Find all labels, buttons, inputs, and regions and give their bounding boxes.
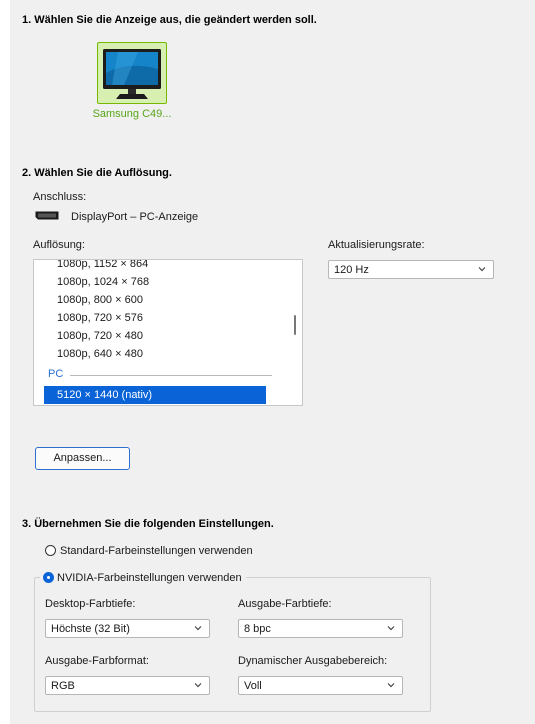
resolution-item[interactable]: 1080p, 1152 × 864 [57, 260, 148, 270]
section2-heading: 2. Wählen Sie die Auflösung. [22, 167, 172, 179]
section3-heading: 3. Übernehmen Sie die folgenden Einstell… [22, 518, 274, 530]
resolution-item[interactable]: 1080p, 800 × 600 [57, 294, 143, 306]
radio-nvidia-colors[interactable] [43, 572, 54, 583]
scrollbar-thumb[interactable] [294, 315, 296, 335]
dynamic-range-label: Dynamischer Ausgabebereich: [238, 655, 388, 667]
output-depth-value: 8 bpc [244, 623, 271, 635]
customize-button[interactable]: Anpassen... [35, 447, 130, 470]
section1-heading: 1. Wählen Sie die Anzeige aus, die geänd… [22, 14, 317, 26]
selected-resolution-label: 5120 × 1440 (nativ) [57, 389, 153, 401]
radio-default-label: Standard-Farbeinstellungen verwenden [60, 545, 253, 557]
output-format-select[interactable]: RGB [45, 676, 210, 695]
displayport-icon [35, 211, 59, 220]
radio-nvidia-label: NVIDIA-Farbeinstellungen verwenden [57, 572, 242, 584]
resolution-item[interactable]: 1080p, 1024 × 768 [57, 276, 149, 288]
display-tile[interactable] [97, 42, 167, 104]
desktop-depth-select[interactable]: Höchste (32 Bit) [45, 619, 210, 638]
radio-default-colors[interactable] [45, 545, 56, 556]
output-format-label: Ausgabe-Farbformat: [45, 655, 149, 667]
monitor-icon [103, 49, 161, 99]
desktop-depth-value: Höchste (32 Bit) [51, 623, 130, 635]
resolution-item-selected[interactable]: 5120 × 1440 (nativ) [44, 386, 266, 404]
output-format-value: RGB [51, 680, 75, 692]
refresh-rate-select[interactable]: 120 Hz [328, 260, 494, 279]
dynamic-range-value: Voll [244, 680, 262, 692]
resolution-item[interactable]: 1080p, 720 × 576 [57, 312, 143, 324]
display-name: Samsung C49... [92, 108, 172, 120]
refresh-rate-value: 120 Hz [334, 264, 369, 276]
resolution-group-pc: PC [48, 368, 64, 380]
resolution-scrollbar[interactable] [288, 260, 302, 405]
desktop-depth-label: Desktop-Farbtiefe: [45, 598, 136, 610]
output-depth-select[interactable]: 8 bpc [238, 619, 403, 638]
nvidia-group-title: NVIDIA-Farbeinstellungen verwenden [40, 572, 246, 586]
chevron-down-icon [478, 267, 486, 272]
connection-value: DisplayPort – PC-Anzeige [71, 211, 199, 223]
dynamic-range-select[interactable]: Voll [238, 676, 403, 695]
left-edge-strip [0, 0, 10, 724]
resolution-list[interactable]: 1080p, 1152 × 864 1080p, 1024 × 768 1080… [33, 259, 303, 406]
resolution-item[interactable]: 1080p, 640 × 480 [57, 348, 143, 360]
group-divider [70, 375, 272, 376]
chevron-down-icon [194, 683, 202, 688]
chevron-down-icon [194, 626, 202, 631]
refresh-rate-label: Aktualisierungsrate: [328, 239, 425, 251]
resolution-label: Auflösung: [33, 239, 85, 251]
resolution-item[interactable]: 1080p, 720 × 480 [57, 330, 143, 342]
chevron-down-icon [387, 683, 395, 688]
chevron-down-icon [387, 626, 395, 631]
output-depth-label: Ausgabe-Farbtiefe: [238, 598, 332, 610]
connection-label: Anschluss: [33, 191, 87, 203]
